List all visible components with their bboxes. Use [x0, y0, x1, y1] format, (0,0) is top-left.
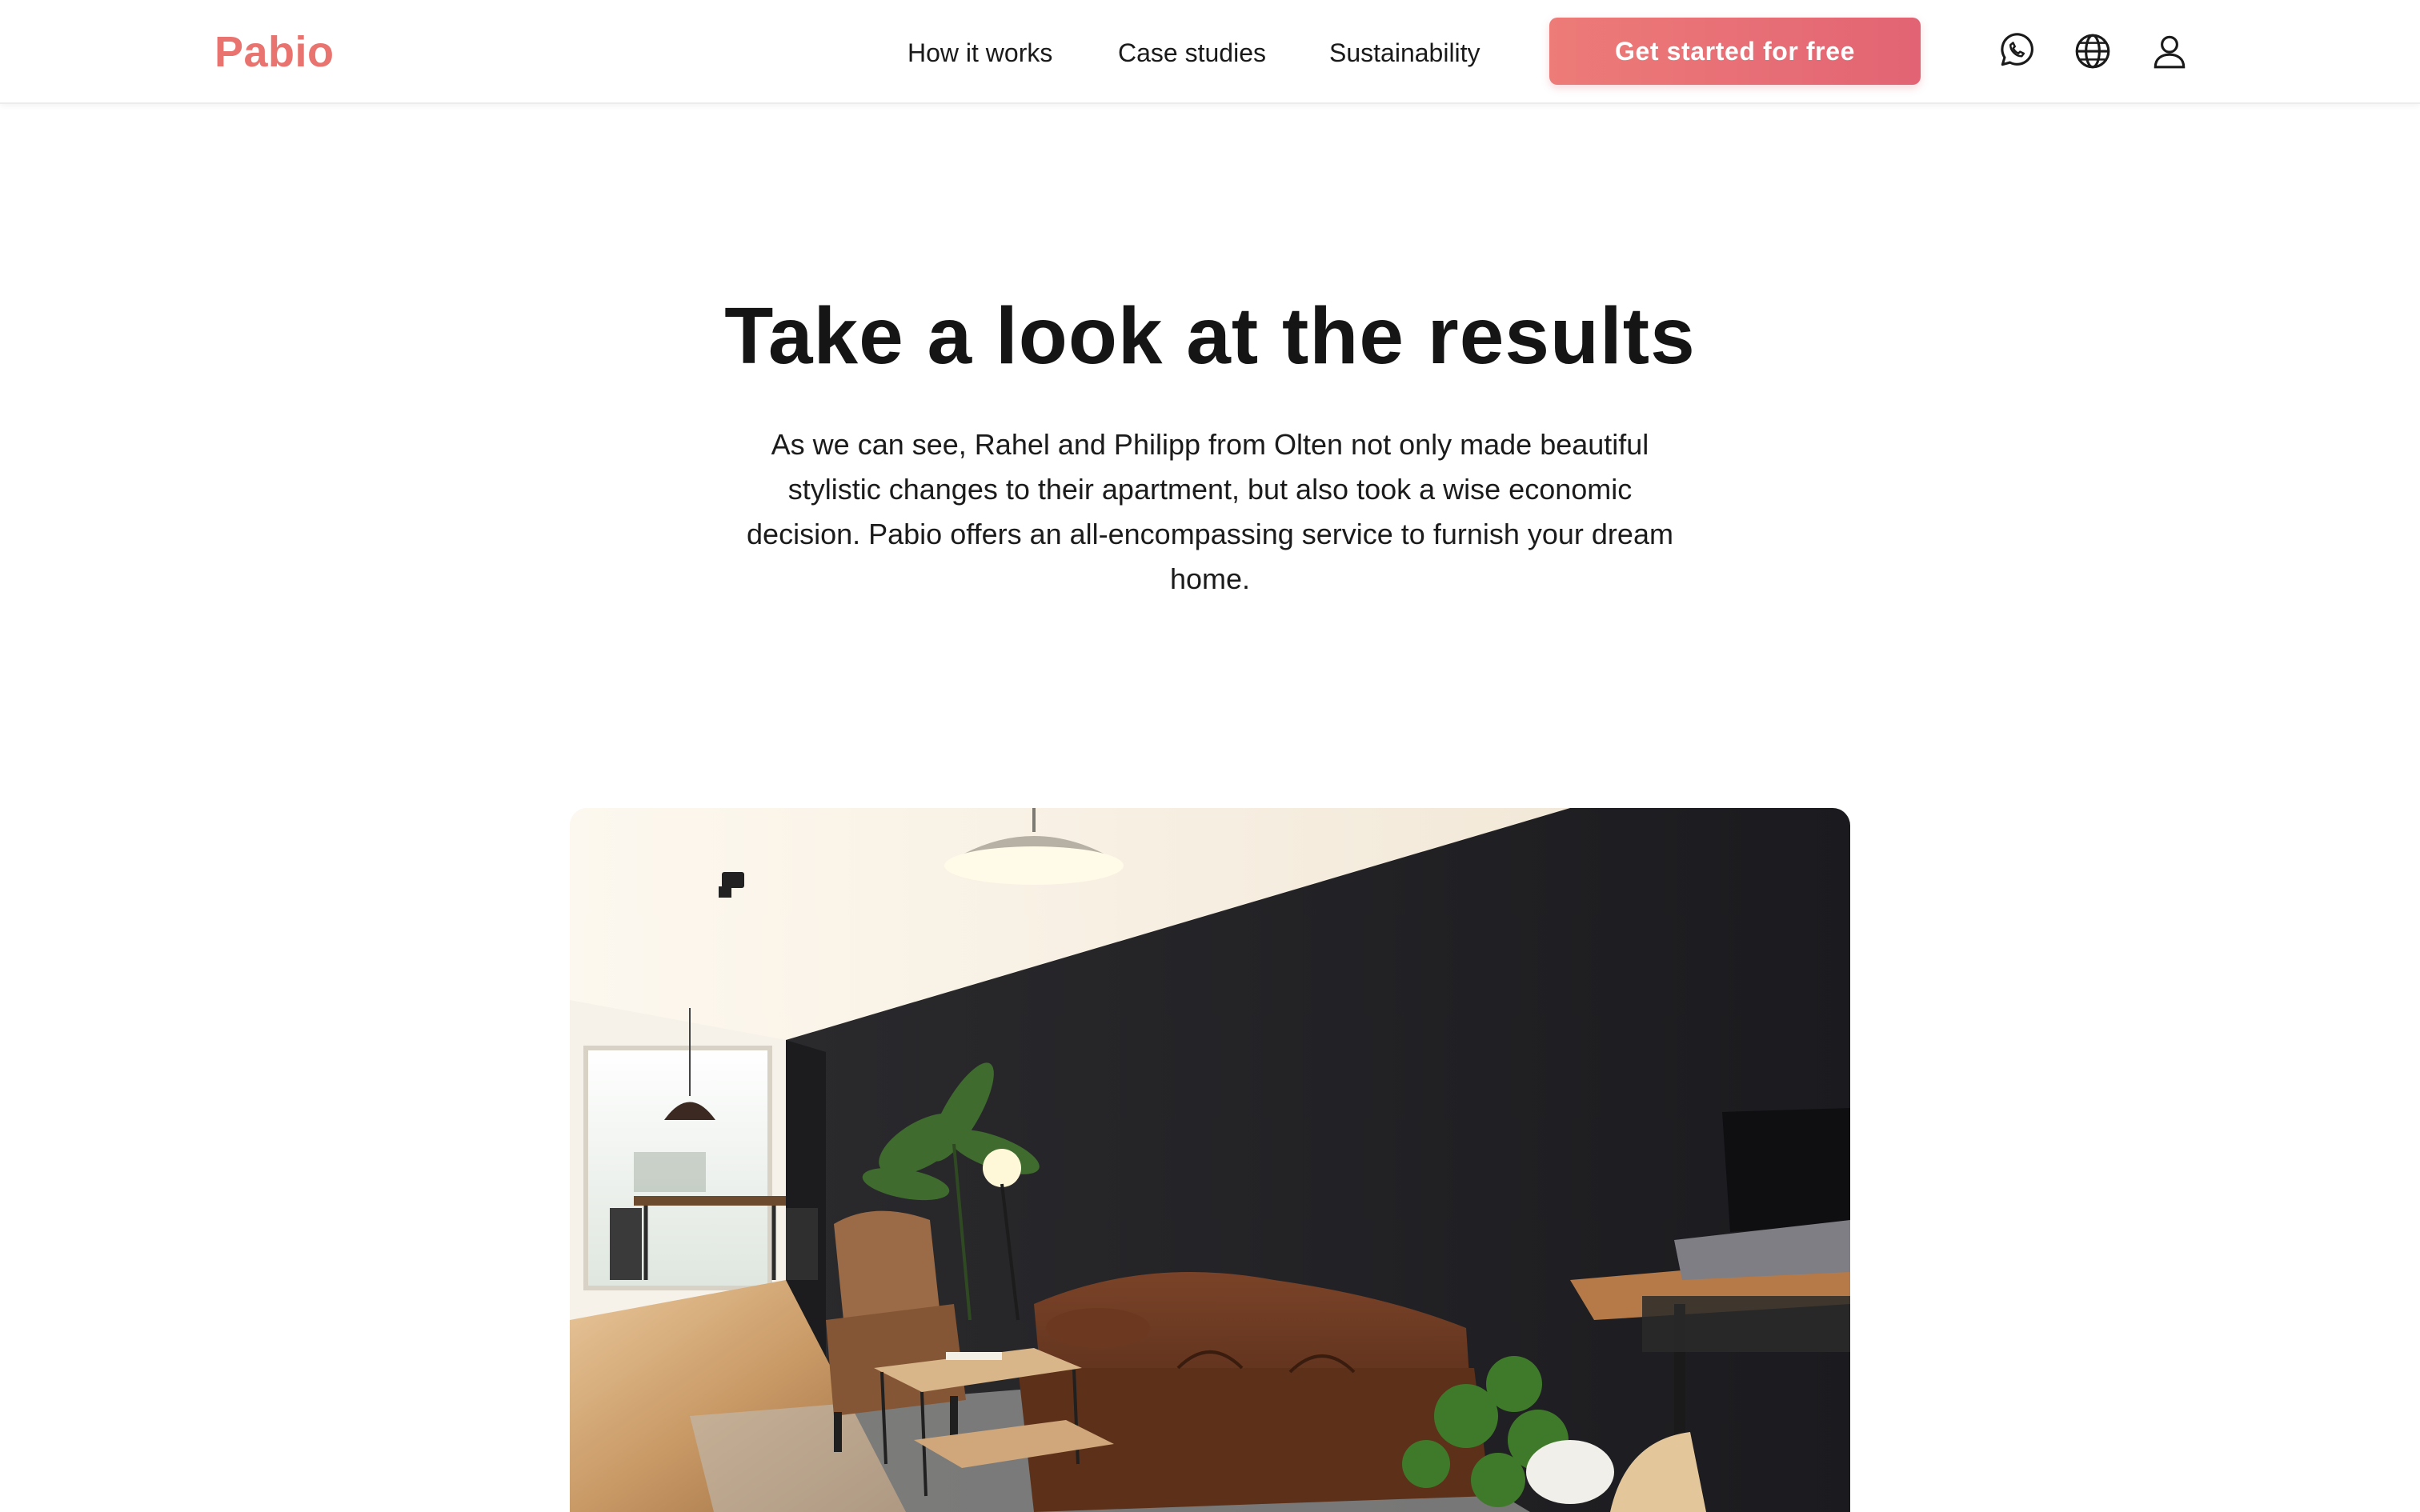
- section-description: As we can see, Rahel and Philipp from Ol…: [747, 428, 1673, 595]
- top-navigation-bar: Pabio How it works Case studies Sustaina…: [0, 0, 2420, 104]
- globe-icon[interactable]: [2073, 31, 2113, 71]
- living-room-photo: [570, 808, 1850, 1512]
- whatsapp-icon[interactable]: [1996, 31, 2036, 71]
- nav-link-how-it-works[interactable]: How it works: [908, 35, 1052, 70]
- user-icon[interactable]: [2150, 31, 2190, 71]
- get-started-button[interactable]: Get started for free: [1549, 18, 1921, 85]
- nav-link-case-studies[interactable]: Case studies: [1118, 35, 1266, 70]
- section-headline: Take a look at the results: [724, 291, 1696, 381]
- pabio-logo[interactable]: Pabio: [214, 24, 335, 80]
- nav-link-sustainability[interactable]: Sustainability: [1329, 35, 1480, 70]
